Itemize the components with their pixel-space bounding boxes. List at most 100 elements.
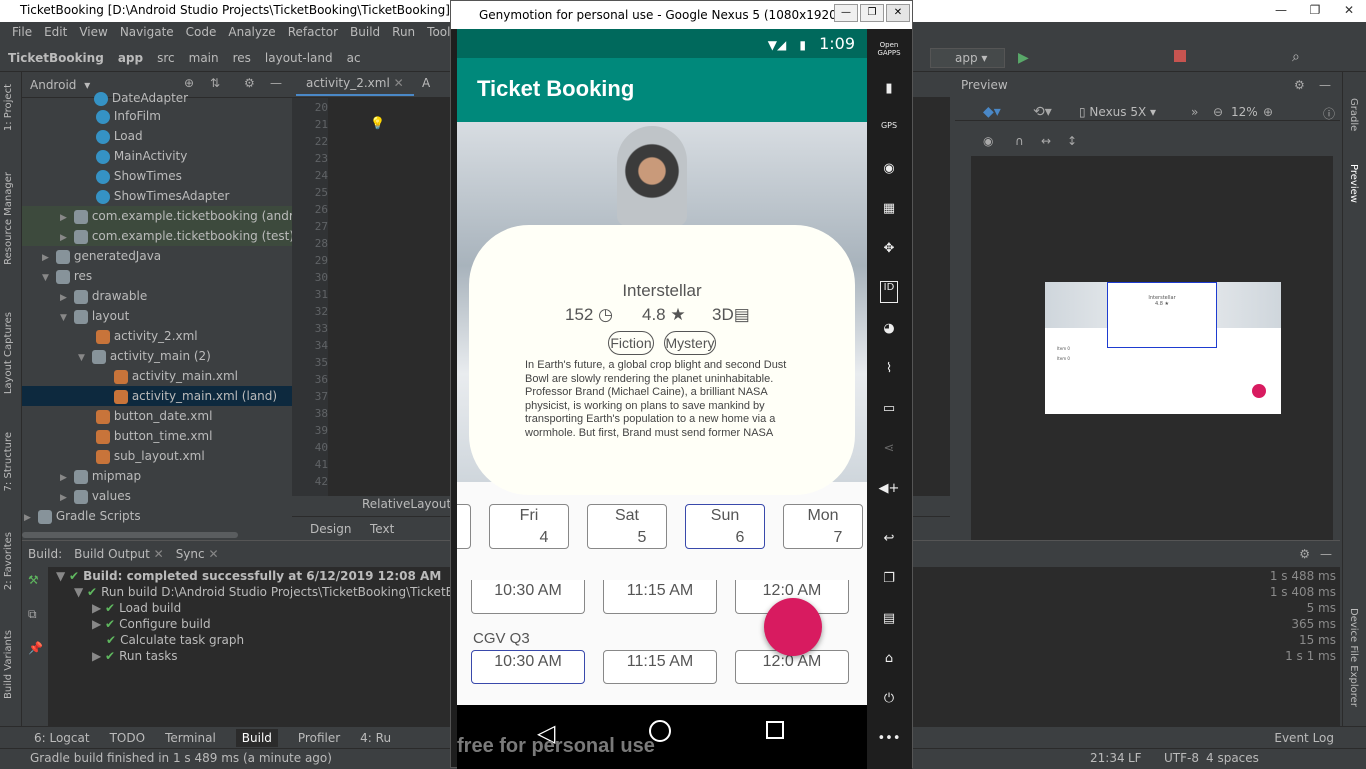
tab-gradle[interactable]: Gradle [1348,98,1359,131]
tab-resource-manager[interactable]: Resource Manager [3,172,14,265]
emulator-minimize-button[interactable]: — [834,4,858,22]
tab-favorites[interactable]: 2: Favorites [3,532,14,590]
recents-nav-icon[interactable]: ❐ [875,571,903,593]
menu-refactor[interactable]: Refactor [282,22,344,44]
chevron-down-icon[interactable]: ▾ [84,78,90,92]
tree-item-generatedjava[interactable]: ▶ generatedJava [42,246,161,266]
tab-profiler[interactable]: Profiler [298,731,340,745]
tree-item-values[interactable]: ▶ values [60,486,131,506]
device-select[interactable]: ▯ Nexus 5X ▾ [1079,105,1156,119]
tree-item-button-time[interactable]: button_time.xml [96,426,212,446]
time-button[interactable]: 11:15 AM [603,580,717,614]
tab-preview[interactable]: Preview [1348,164,1359,203]
genre-chip[interactable]: Mystery [664,331,716,355]
crumb-app[interactable]: app [118,51,143,65]
home-nav-icon[interactable]: ⌂ [875,651,903,673]
tree-item-activity2[interactable]: activity_2.xml [96,326,198,346]
hammer-icon[interactable]: ⚒ [28,573,39,587]
tree-item-test[interactable]: ▶ com.example.ticketbooking (test) [22,226,294,246]
layers-icon[interactable]: ◆▾ [983,104,1001,120]
menu-edit[interactable]: Edit [38,22,73,44]
crumb-file[interactable]: ac [347,51,361,65]
rss-icon[interactable]: ⌇ [875,361,903,383]
menu-view[interactable]: View [73,22,113,44]
minimize-button[interactable]: — [1264,0,1298,22]
tab-structure[interactable]: 7: Structure [3,432,14,491]
orientation-icon[interactable]: ⟲▾ [1033,104,1052,120]
eye-icon[interactable]: ◉ [983,134,993,148]
tree-item-load[interactable]: Load [96,126,143,146]
day-button-sun[interactable]: Sun 6 [685,504,765,549]
genre-chip[interactable]: Fiction [608,331,654,355]
tab-build-variants[interactable]: Build Variants [3,630,14,699]
day-button-fri[interactable]: Fri 4 [489,504,569,549]
gear-icon[interactable]: ⚙ [1294,78,1305,92]
tree-item-showtimesadapter[interactable]: ShowTimesAdapter [96,186,229,206]
clapper-icon[interactable]: ▦ [875,201,903,223]
menu-build[interactable]: Build [344,22,386,44]
maximize-button[interactable]: ❐ [1298,0,1332,22]
gear-icon[interactable]: ⚙ [244,76,255,90]
menu-file[interactable]: File [6,22,38,44]
gear-icon[interactable]: ⚙ [1299,547,1310,561]
crumb-main[interactable]: main [189,51,219,65]
power-icon[interactable]: ⏻ [875,691,903,713]
day-button-sat[interactable]: Sat 5 [587,504,667,549]
hide-icon[interactable]: — [270,76,282,90]
crumb-layout-land[interactable]: layout-land [265,51,333,65]
sms-icon[interactable]: ▭ [875,401,903,423]
menu-code[interactable]: Code [180,22,223,44]
tree-item-showtimes[interactable]: ShowTimes [96,166,182,186]
volume-icon[interactable]: ◀+ [875,481,903,503]
tab-build[interactable]: Build [235,728,278,747]
horizontal-scrollbar[interactable] [22,532,238,538]
tree-item-androidtest[interactable]: ▶ com.example.ticketbooking (androic [22,206,311,226]
lightbulb-icon[interactable]: 💡 [370,116,385,130]
indent-setting[interactable]: 4 spaces [1206,751,1259,765]
day-button-mon[interactable]: Mon 7 [783,504,863,549]
time-button[interactable]: 10:30 AM [471,580,585,614]
tab-logcat[interactable]: 6: Logcat [34,731,90,745]
expand-horizontal-icon[interactable]: ↔ [1041,134,1051,148]
tab-device-file-explorer[interactable]: Device File Explorer [1348,608,1359,707]
stop-icon[interactable] [1174,50,1186,62]
move-icon[interactable]: ✥ [875,241,903,263]
gps-icon[interactable]: GPS [875,121,903,143]
menu-run[interactable]: Run [386,22,421,44]
tree-item-layout[interactable]: ▼ layout [60,306,129,326]
tree-item-gradle-scripts[interactable]: ▶ Gradle Scripts [24,506,141,526]
hide-icon[interactable]: — [1319,78,1331,92]
recents-icon[interactable] [766,721,784,739]
emulator-close-button[interactable]: ✕ [886,4,910,22]
event-log-button[interactable]: Event Log [1274,731,1334,745]
hide-icon[interactable]: — [1320,547,1332,561]
share-icon[interactable]: ⋖ [875,441,903,463]
zoom-in-icon[interactable]: ⊕ [1263,105,1273,119]
close-button[interactable]: ✕ [1332,0,1366,22]
tree-item-activity-main-land[interactable]: activity_main.xml (land) [22,386,292,406]
tab-activity2[interactable]: activity_2.xml ✕ [296,76,414,96]
tab-layout-captures[interactable]: Layout Captures [3,312,14,394]
more-icon[interactable]: » [1191,105,1198,119]
tab-second[interactable]: A [422,76,430,90]
time-button[interactable]: 10:30 AM [471,650,585,684]
id-icon[interactable]: ID [880,281,898,303]
floating-action-button[interactable] [764,598,822,656]
tab-project[interactable]: 1: Project [3,84,14,131]
search-icon[interactable]: ⌕ [1292,49,1300,65]
collapse-icon[interactable]: ⇅ [210,76,220,90]
run-config-select[interactable]: app ▾ [930,48,1005,68]
run-icon[interactable]: ▶ [1018,50,1029,66]
tree-item-mainactivity[interactable]: MainActivity [96,146,187,166]
webcam-icon[interactable]: ◉ [875,161,903,183]
crumb-src[interactable]: src [157,51,175,65]
preview-render[interactable]: Interstellar 4.8 ★ Item 0 Item 0 [1045,282,1281,414]
battery-icon[interactable]: ▮ [875,81,903,103]
tab-design[interactable]: Design [310,522,351,536]
expand-vertical-icon[interactable]: ↕ [1067,134,1077,148]
crumb-project[interactable]: TicketBooking [8,51,104,65]
pin-icon[interactable]: 📌 [28,641,43,655]
time-button[interactable]: 11:15 AM [603,650,717,684]
menu-nav-icon[interactable]: ▤ [875,611,903,633]
more-icon[interactable]: ••• [875,731,903,753]
